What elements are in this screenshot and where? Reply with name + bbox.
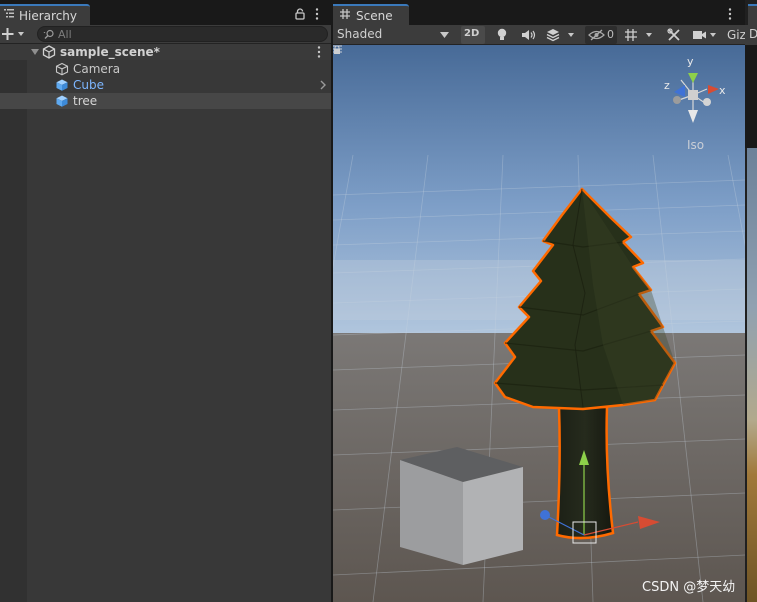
kebab-menu-icon[interactable]	[727, 7, 733, 21]
scene-row[interactable]: sample_scene*	[0, 44, 331, 60]
hierarchy-tab-bar: Hierarchy	[0, 0, 331, 25]
watermark-text: CSDN @梦天幼	[642, 580, 736, 595]
scene-name: sample_scene*	[60, 45, 160, 59]
grid-icon	[625, 29, 652, 41]
tab-scene[interactable]: Scene	[333, 4, 409, 25]
tools-wrench-icon	[667, 28, 680, 41]
search-icon	[43, 29, 54, 39]
audio-toggle-button[interactable]	[518, 26, 538, 44]
add-icon[interactable]	[2, 26, 26, 42]
shading-mode-dropdown[interactable]: Shaded	[333, 26, 454, 44]
prefab-cube-icon	[56, 95, 68, 107]
hidden-objects-count: 0	[607, 28, 614, 41]
scene-kebab-menu-icon[interactable]	[316, 45, 322, 59]
2d-toggle-button[interactable]: 2D	[461, 26, 485, 44]
prefab-cube-icon	[56, 79, 68, 91]
search-input[interactable]	[58, 27, 318, 41]
effects-layers-icon	[546, 29, 574, 42]
chevron-down-icon	[440, 32, 449, 38]
right-panel-edge: D	[745, 0, 757, 602]
light-bulb-icon	[497, 28, 507, 40]
video-camera-icon	[693, 31, 716, 39]
chevron-right-icon[interactable]	[319, 80, 327, 90]
hierarchy-item-cube[interactable]: Cube	[0, 77, 331, 93]
hierarchy-panel: Hierarchy All sample_scene* Camera Cube …	[0, 0, 331, 602]
right-panel-header	[745, 45, 757, 148]
speaker-icon	[522, 30, 536, 40]
foldout-arrow-icon[interactable]	[31, 48, 39, 56]
eye-slash-icon	[588, 29, 605, 41]
hierarchy-item-label: tree	[73, 94, 98, 108]
unity-scene-icon	[42, 45, 56, 59]
gizmo-axis-z: z	[664, 79, 670, 92]
hierarchy-item-camera[interactable]: Camera	[0, 61, 331, 77]
scene-render[interactable]: y x z	[333, 45, 745, 602]
effects-dropdown-button[interactable]	[544, 26, 580, 44]
scene-toolbar: Shaded 2D 0 Giz	[333, 25, 757, 45]
tab-hierarchy[interactable]: Hierarchy	[0, 4, 90, 25]
hierarchy-toolbar	[0, 25, 331, 44]
hierarchy-item-tree[interactable]: tree	[0, 93, 331, 109]
hidden-objects-toggle[interactable]: 0	[585, 26, 617, 44]
search-field[interactable]	[37, 26, 328, 42]
hierarchy-item-label: Camera	[73, 62, 121, 76]
hierarchy-list-icon	[4, 9, 14, 18]
tab-hierarchy-label: Hierarchy	[19, 9, 78, 23]
2d-toggle-label: 2D	[464, 28, 480, 39]
scene-viewport[interactable]: y x z Iso CSDN @梦天幼	[333, 45, 745, 602]
hierarchy-item-label: Cube	[73, 78, 104, 92]
right-panel-toolbar: D	[745, 25, 757, 45]
grid-snapping-dropdown[interactable]	[622, 26, 658, 44]
cube-object[interactable]	[400, 447, 523, 565]
gizmos-label: Giz	[727, 28, 746, 42]
projection-menu-icon	[333, 45, 342, 53]
scene-panel: Scene Shaded 2D 0 Giz y x z Iso CSDN @梦天…	[333, 0, 757, 602]
lighting-toggle-button[interactable]	[492, 26, 512, 44]
scene-grid-icon	[340, 9, 350, 19]
gizmo-axis-x: x	[719, 84, 726, 97]
hierarchy-gutter	[0, 44, 27, 602]
lock-icon[interactable]	[295, 8, 305, 20]
tab-scene-label: Scene	[356, 9, 393, 23]
game-view-preview	[747, 148, 757, 602]
scene-tab-bar: Scene	[333, 0, 757, 25]
tools-toggle-button[interactable]	[663, 26, 685, 44]
projection-toggle[interactable]: Iso	[673, 138, 704, 152]
gizmo-axis-y: y	[687, 55, 694, 68]
right-panel-tab[interactable]	[748, 4, 757, 25]
right-panel-toolbar-label: D	[749, 27, 757, 41]
camera-settings-dropdown[interactable]	[690, 26, 722, 44]
gameobject-icon	[55, 62, 69, 76]
kebab-menu-icon[interactable]	[314, 7, 320, 21]
shading-mode-label: Shaded	[337, 27, 383, 41]
